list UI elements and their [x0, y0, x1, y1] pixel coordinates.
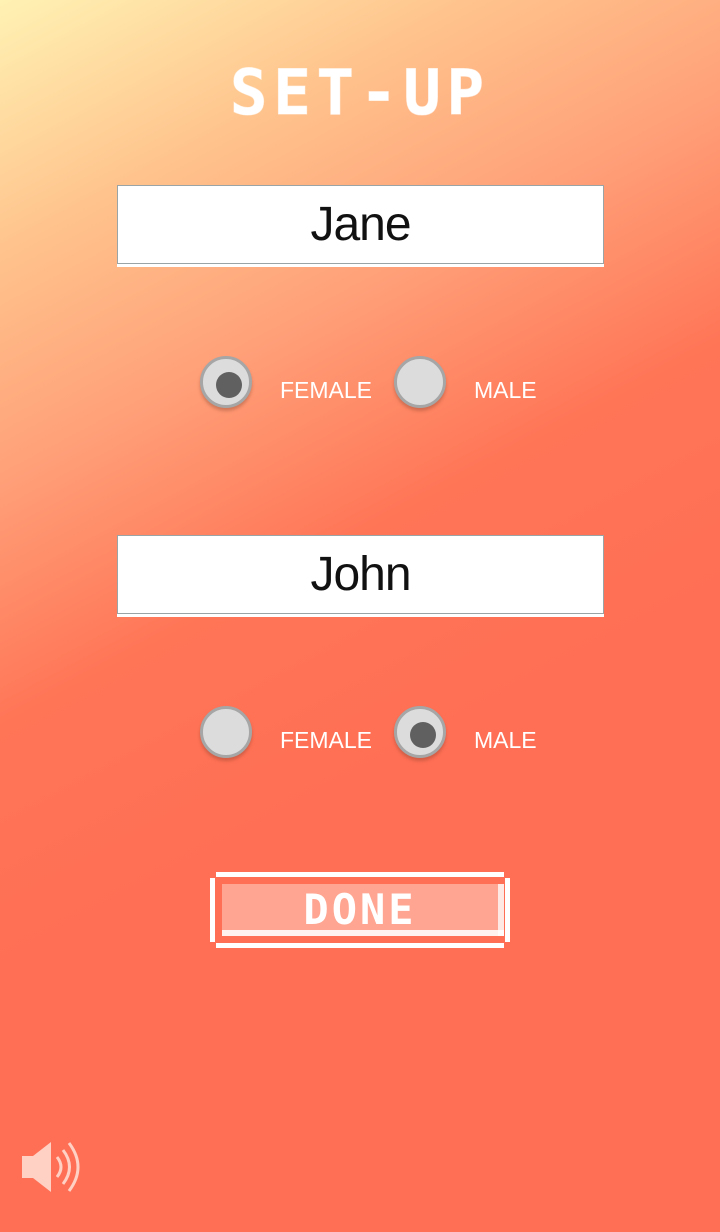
- player2-gender-group: FEMALE MALE: [200, 706, 560, 766]
- input-underline: [117, 614, 604, 617]
- done-button-label: DONE: [303, 885, 417, 934]
- page-title: SET-UP: [230, 56, 490, 129]
- radio-selected-dot: [216, 372, 242, 398]
- player2-female-label: FEMALE: [280, 727, 373, 753]
- radio-button-unselected[interactable]: [200, 706, 252, 758]
- player2-male-radio[interactable]: MALE: [394, 706, 554, 766]
- player2-female-radio[interactable]: FEMALE: [200, 706, 375, 766]
- radio-button-selected[interactable]: [200, 356, 252, 408]
- player1-female-label: FEMALE: [280, 377, 373, 403]
- player2-name-field-container: [117, 535, 604, 617]
- radio-button-selected[interactable]: [394, 706, 446, 758]
- player1-name-input[interactable]: [117, 185, 604, 264]
- player2-name-input[interactable]: [117, 535, 604, 614]
- done-button[interactable]: DONE: [210, 872, 510, 948]
- player1-gender-group: FEMALE MALE: [200, 356, 560, 416]
- player1-female-radio[interactable]: FEMALE: [200, 356, 375, 416]
- radio-selected-dot: [410, 722, 436, 748]
- speaker-volume-icon[interactable]: [20, 1138, 86, 1196]
- player1-male-label: MALE: [474, 377, 537, 403]
- player1-male-radio[interactable]: MALE: [394, 356, 554, 416]
- setup-screen: SET-UP FEMALE MALE FEMALE: [0, 0, 720, 1232]
- radio-button-unselected[interactable]: [394, 356, 446, 408]
- input-underline: [117, 264, 604, 267]
- player2-male-label: MALE: [474, 727, 537, 753]
- player1-name-field-container: [117, 185, 604, 267]
